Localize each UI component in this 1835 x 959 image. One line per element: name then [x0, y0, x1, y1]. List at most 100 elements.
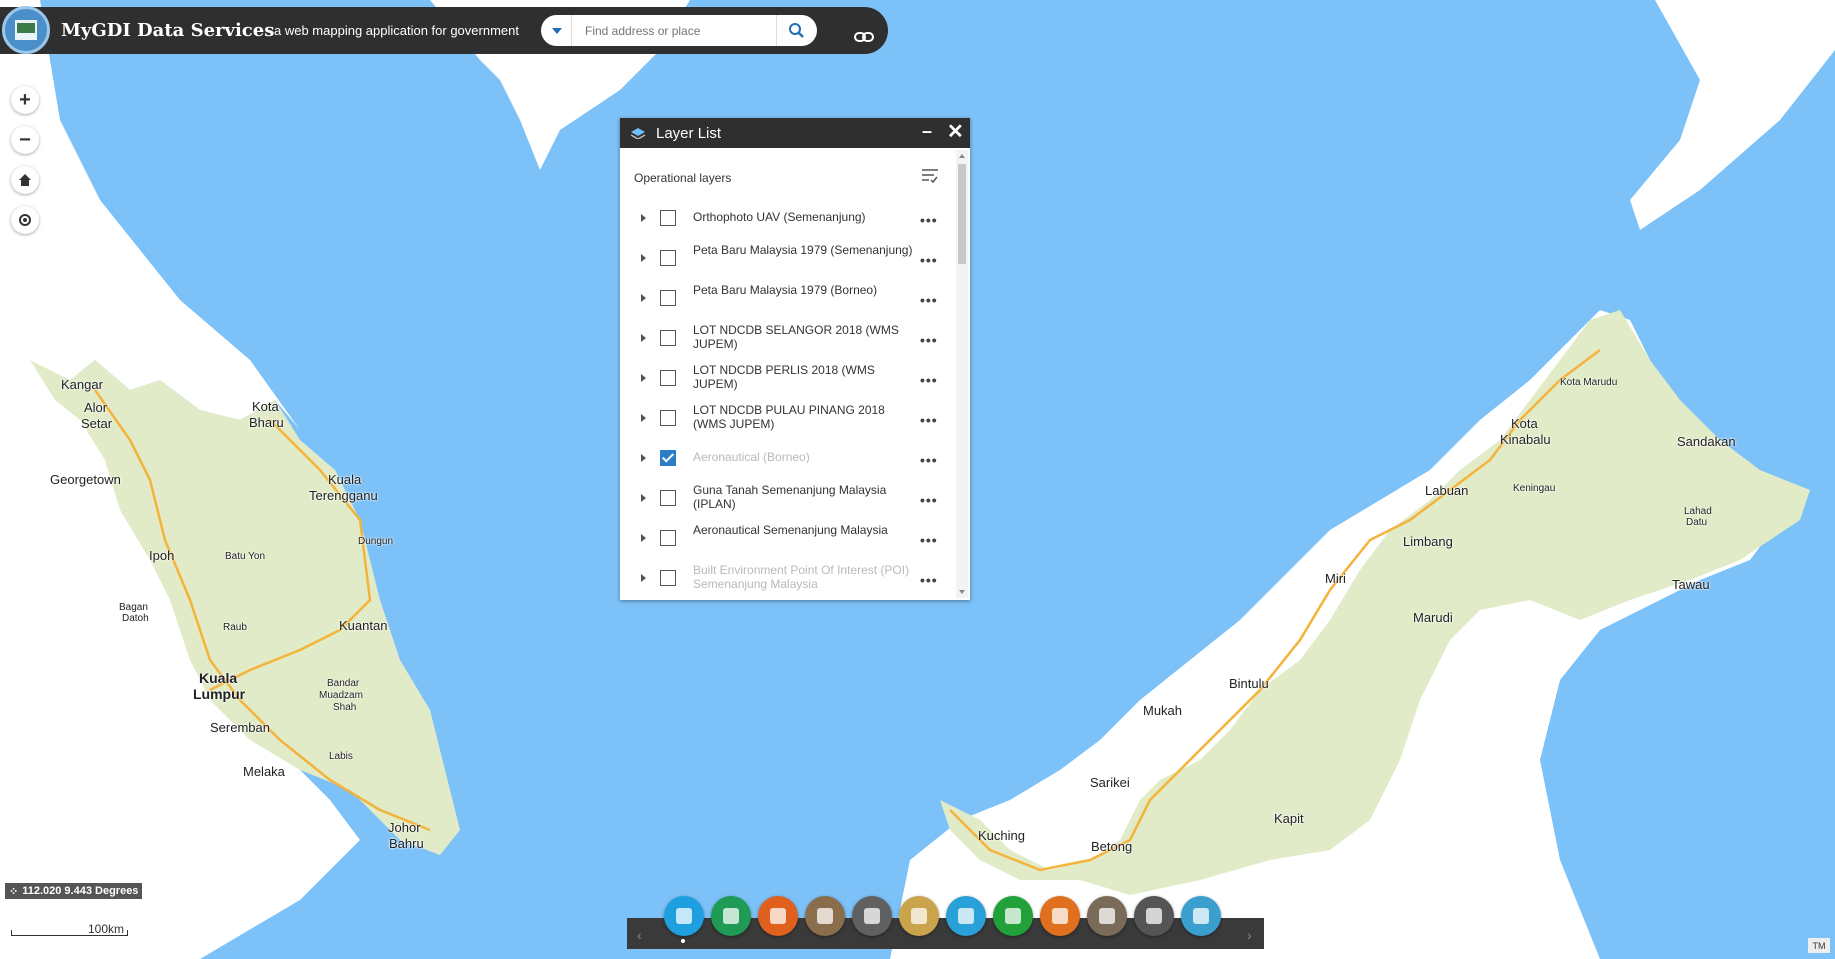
- measurement-icon[interactable]: [899, 896, 939, 936]
- zoom-out-button[interactable]: −: [11, 126, 39, 154]
- draw-icon[interactable]: [946, 896, 986, 936]
- toolbar-next-button[interactable]: ›: [1247, 927, 1252, 943]
- layer-list-header[interactable]: Layer List – ✕: [620, 118, 970, 148]
- my-location-button[interactable]: [11, 206, 39, 234]
- zoom-in-button[interactable]: +: [11, 86, 39, 114]
- place-label: Labis: [329, 751, 353, 762]
- layer-list-scrollbar[interactable]: [956, 150, 968, 598]
- place-label: Bintulu: [1229, 676, 1269, 691]
- expand-arrow-icon[interactable]: [641, 414, 646, 422]
- help-icon[interactable]: [1134, 896, 1174, 936]
- home-icon: [19, 174, 31, 186]
- place-label: Sarikei: [1090, 775, 1130, 790]
- layer-menu-button[interactable]: •••: [920, 532, 938, 548]
- expand-arrow-icon[interactable]: [641, 334, 646, 342]
- layer-menu-button[interactable]: •••: [920, 492, 938, 508]
- legend-icon[interactable]: [758, 896, 798, 936]
- basemap-gallery-icon[interactable]: [711, 896, 751, 936]
- expand-arrow-icon[interactable]: [641, 294, 646, 302]
- layer-row[interactable]: LOT NDCDB PULAU PINANG 2018 (WMS JUPEM) •…: [620, 398, 954, 438]
- layer-checkbox[interactable]: [660, 250, 676, 266]
- layer-checkbox[interactable]: [660, 290, 676, 306]
- layer-checkbox[interactable]: [660, 450, 676, 466]
- place-label: Bharu: [249, 415, 284, 430]
- layer-menu-button[interactable]: •••: [920, 292, 938, 308]
- layers-icon: [630, 128, 646, 139]
- layer-row[interactable]: LOT NDCDB PERLIS 2018 (WMS JUPEM) •••: [620, 358, 954, 398]
- expand-arrow-icon[interactable]: [641, 454, 646, 462]
- place-label: Mukah: [1143, 703, 1183, 718]
- app-logo[interactable]: [2, 6, 50, 54]
- print-icon[interactable]: [1087, 896, 1127, 936]
- layer-list-title: Layer List: [656, 125, 722, 142]
- layer-row[interactable]: Orthophoto UAV (Semenanjung) •••: [620, 198, 954, 238]
- toolbar-prev-button[interactable]: ‹: [637, 927, 642, 943]
- about-icon[interactable]: [1181, 896, 1221, 936]
- layer-checkbox[interactable]: [660, 210, 676, 226]
- search-input[interactable]: [583, 21, 767, 41]
- layer-list-icon[interactable]: [664, 896, 704, 936]
- place-label: Bagan: [119, 602, 148, 613]
- edit-icon[interactable]: [1040, 896, 1080, 936]
- add-data-icon[interactable]: [805, 896, 845, 936]
- place-label: Datoh: [122, 613, 149, 624]
- scale-label: 100km: [88, 922, 125, 936]
- minimize-button[interactable]: –: [922, 121, 932, 142]
- layer-menu-button[interactable]: •••: [920, 332, 938, 348]
- app-header: MyGDI Data Services a web mapping applic…: [0, 6, 888, 54]
- layer-row[interactable]: Peta Baru Malaysia 1979 (Borneo) •••: [620, 278, 954, 318]
- layer-checkbox[interactable]: [660, 490, 676, 506]
- layer-checkbox[interactable]: [660, 530, 676, 546]
- layer-row[interactable]: Aeronautical (Borneo) •••: [620, 438, 954, 478]
- scrollbar-thumb[interactable]: [958, 164, 966, 264]
- search-icon: [789, 23, 804, 38]
- place-label: Kota: [1511, 416, 1538, 431]
- layer-rows: Orthophoto UAV (Semenanjung) ••• Peta Baru…: [620, 198, 954, 596]
- layer-checkbox[interactable]: [660, 330, 676, 346]
- place-label: Dungun: [358, 536, 394, 547]
- zoom-in-icon: +: [19, 88, 31, 111]
- search-button[interactable]: [776, 15, 817, 46]
- expand-arrow-icon[interactable]: [641, 494, 646, 502]
- expand-arrow-icon[interactable]: [641, 534, 646, 542]
- zoom-out-icon: −: [19, 128, 31, 151]
- layer-row[interactable]: Guna Tanah Semenanjung Malaysia (IPLAN) •…: [620, 478, 954, 518]
- layer-menu-button[interactable]: •••: [920, 252, 938, 268]
- layer-menu-button[interactable]: •••: [920, 212, 938, 228]
- locate-pin-icon[interactable]: [852, 896, 892, 936]
- layer-options-icon[interactable]: [920, 166, 940, 186]
- place-label: Setar: [81, 416, 113, 431]
- close-button[interactable]: ✕: [947, 119, 964, 144]
- place-label: Keningau: [1513, 483, 1556, 494]
- place-label: Kuala: [328, 472, 362, 487]
- layer-row[interactable]: LOT NDCDB SELANGOR 2018 (WMS JUPEM) •••: [620, 318, 954, 358]
- layer-menu-button[interactable]: •••: [920, 412, 938, 428]
- layer-checkbox[interactable]: [660, 410, 676, 426]
- expand-arrow-icon[interactable]: [641, 574, 646, 582]
- place-label: Batu Yon: [225, 551, 266, 562]
- search-source-dropdown[interactable]: [541, 15, 572, 46]
- coordinate-display[interactable]: ⁘ 112.020 9.443 Degrees: [5, 883, 143, 899]
- layer-row[interactable]: Built Environment Point Of Interest (POI…: [620, 558, 954, 596]
- layer-row[interactable]: Peta Baru Malaysia 1979 (Semenanjung) •••: [620, 238, 954, 278]
- link-button[interactable]: [852, 25, 876, 49]
- expand-arrow-icon[interactable]: [641, 374, 646, 382]
- layer-menu-button[interactable]: •••: [920, 572, 938, 588]
- layer-checkbox[interactable]: [660, 570, 676, 586]
- layer-menu-button[interactable]: •••: [920, 372, 938, 388]
- place-label: Shah: [333, 702, 357, 713]
- place-label: Marudi: [1413, 610, 1453, 625]
- home-button[interactable]: [11, 166, 39, 194]
- layer-name: Peta Baru Malaysia 1979 (Borneo): [693, 283, 878, 297]
- attribution-badge[interactable]: TM: [1808, 938, 1830, 953]
- expand-arrow-icon[interactable]: [641, 214, 646, 222]
- place-label: Tawau: [1672, 577, 1710, 592]
- layer-checkbox[interactable]: [660, 370, 676, 386]
- place-label: Kota Marudu: [1560, 377, 1618, 388]
- layer-row[interactable]: Aeronautical Semenanjung Malaysia •••: [620, 518, 954, 558]
- layer-menu-button[interactable]: •••: [920, 452, 938, 468]
- layer-name: Guna Tanah Semenanjung Malaysia (IPLAN): [693, 483, 887, 511]
- bookmark-icon[interactable]: [993, 896, 1033, 936]
- expand-arrow-icon[interactable]: [641, 254, 646, 262]
- place-label: Betong: [1091, 839, 1133, 854]
